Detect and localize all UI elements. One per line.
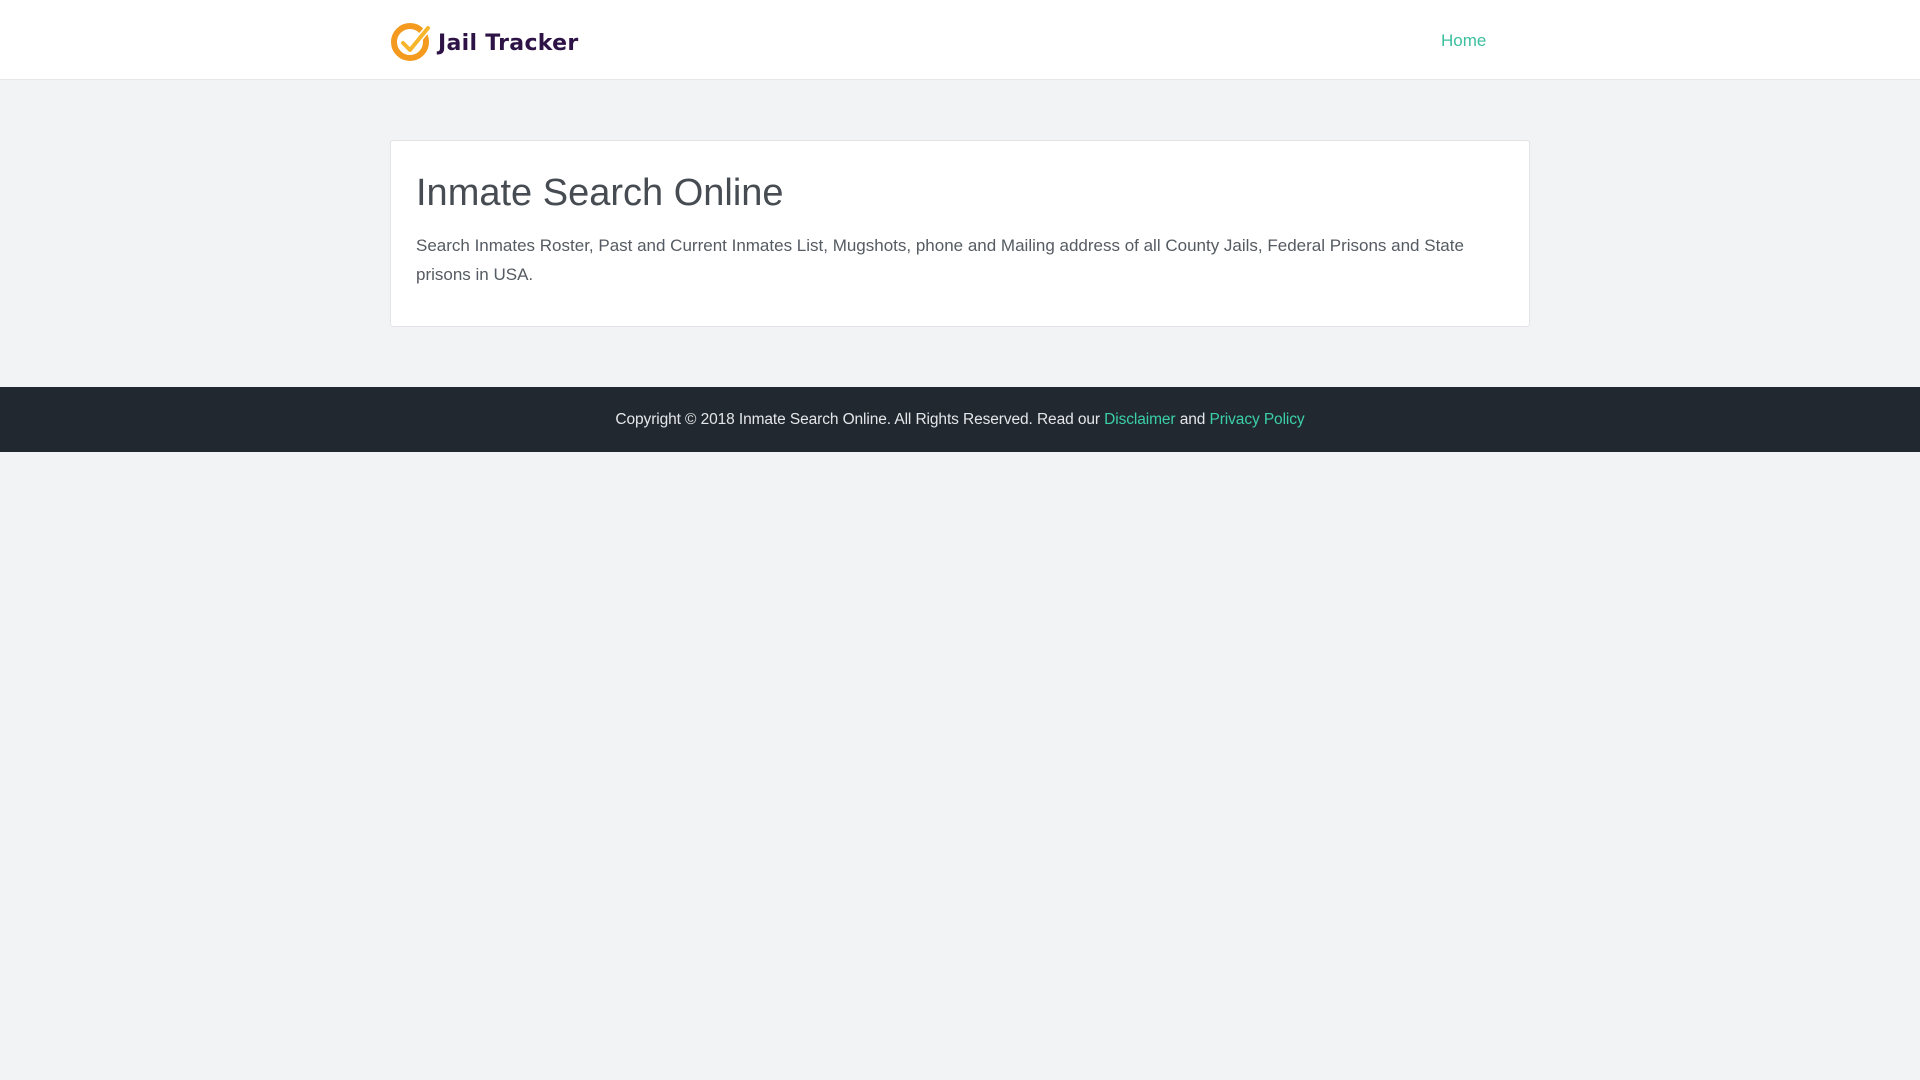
page-title: Inmate Search Online xyxy=(416,172,784,214)
and-text: and xyxy=(1179,410,1206,428)
footer-copyright: Copyright © 2018 Inmate Search Online. A… xyxy=(615,411,1304,429)
intro-card: Inmate Search Online Search Inmates Rost… xyxy=(390,140,1530,327)
brand-logo-link[interactable]: Jail Tracker xyxy=(390,20,579,62)
check-circle-logo-icon xyxy=(391,23,432,61)
copyright-text: Copyright © 2018 Inmate Search Online. A… xyxy=(615,410,1100,428)
top-navbar: Jail Tracker Home xyxy=(0,0,1920,80)
brand-name: Jail Tracker xyxy=(438,31,579,56)
disclaimer-link[interactable]: Disclaimer xyxy=(1104,411,1175,428)
privacy-policy-link[interactable]: Privacy Policy xyxy=(1210,411,1305,428)
site-footer: Copyright © 2018 Inmate Search Online. A… xyxy=(0,387,1920,452)
nav-home-link[interactable]: Home xyxy=(1441,31,1486,51)
page-description: Search Inmates Roster, Past and Current … xyxy=(416,236,1464,284)
